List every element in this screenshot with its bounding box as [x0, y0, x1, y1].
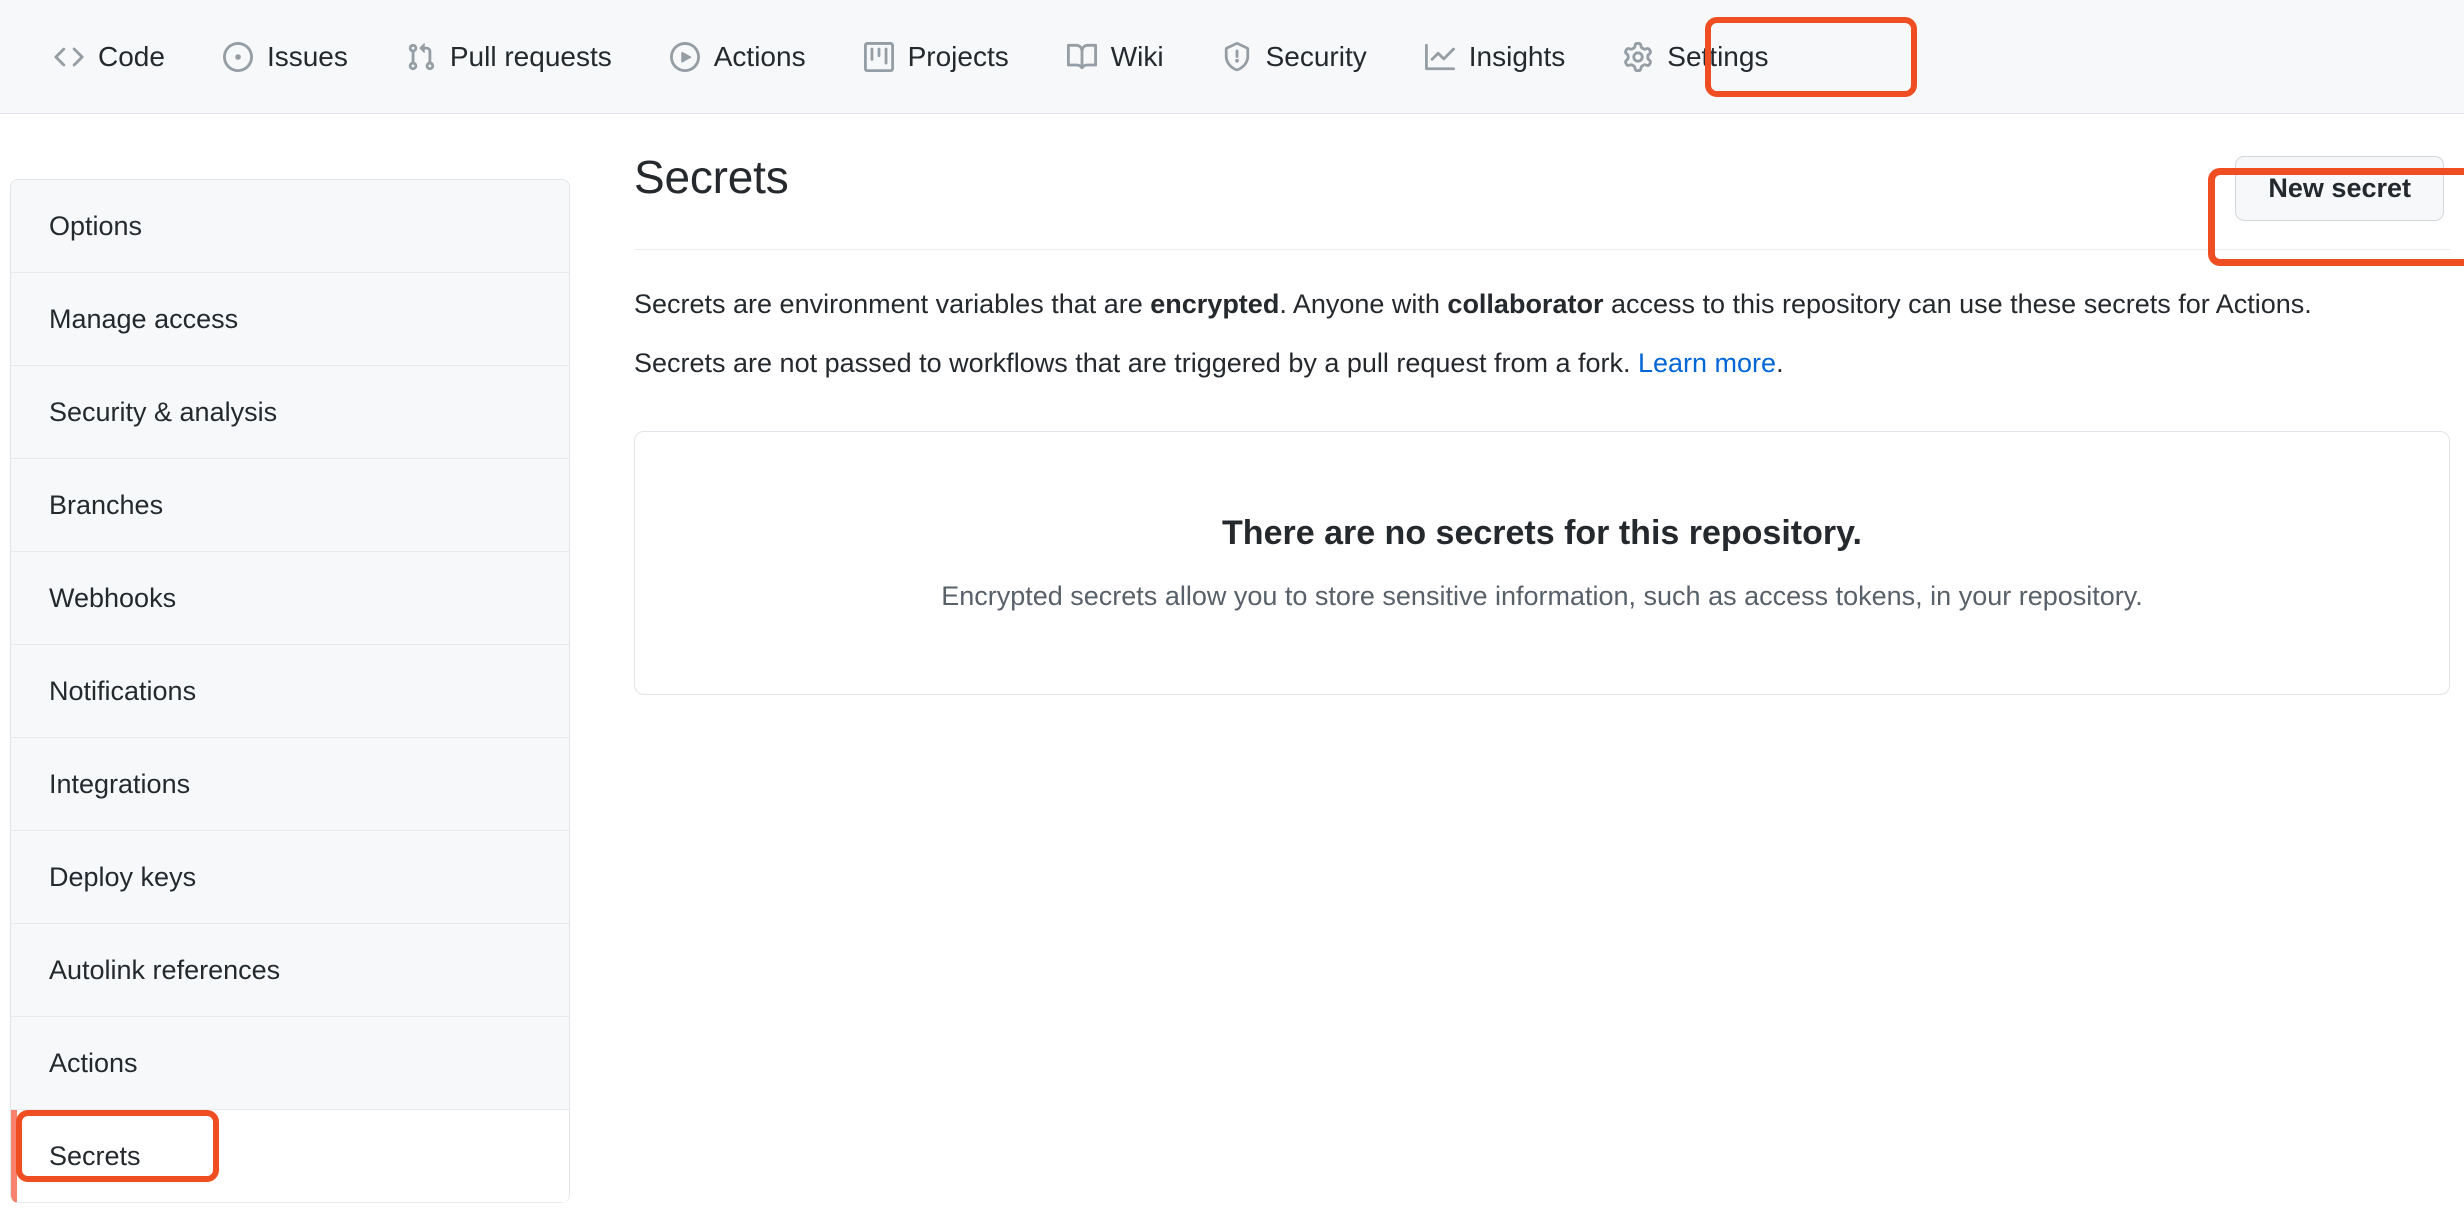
nav-item-settings[interactable]: Settings — [1605, 16, 1786, 98]
sidebar-item-label: Deploy keys — [49, 861, 197, 892]
gear-icon — [1623, 41, 1653, 72]
nav-item-label: Security — [1265, 40, 1367, 72]
sidebar-item-label: Autolink references — [49, 954, 281, 985]
git-pull-request-icon — [406, 42, 436, 72]
sidebar-item-manage-access[interactable]: Manage access — [11, 273, 569, 366]
page-title: Secrets — [634, 151, 789, 203]
nav-item-pull-requests[interactable]: Pull requests — [388, 16, 630, 98]
code-icon — [54, 42, 84, 72]
sidebar-item-label: Webhooks — [49, 582, 177, 613]
nav-item-label: Actions — [713, 40, 806, 72]
book-icon — [1066, 42, 1097, 72]
empty-state-panel: There are no secrets for this repository… — [634, 431, 2450, 695]
nav-item-label: Wiki — [1110, 40, 1164, 72]
sidebar-item-notifications[interactable]: Notifications — [11, 645, 569, 738]
main-content: Secrets New secret Secrets are environme… — [634, 150, 2450, 695]
sidebar-item-label: Notifications — [49, 675, 197, 706]
desc1-part-a: Secrets are environment variables that a… — [634, 289, 1151, 319]
empty-state-title: There are no secrets for this repository… — [1222, 514, 1862, 552]
sidebar-item-branches[interactable]: Branches — [11, 459, 569, 552]
project-icon — [863, 41, 894, 72]
nav-item-insights[interactable]: Insights — [1407, 16, 1584, 98]
nav-item-label: Pull requests — [449, 40, 612, 72]
sidebar-item-label: Integrations — [49, 768, 191, 799]
nav-item-label: Code — [98, 40, 165, 72]
nav-item-actions[interactable]: Actions — [652, 16, 824, 98]
desc1-part-b: . Anyone with — [1279, 289, 1448, 319]
sidebar-item-label: Branches — [49, 489, 164, 520]
nav-item-code[interactable]: Code — [36, 16, 183, 98]
sidebar-item-label: Secrets — [49, 1140, 141, 1171]
sidebar-item-label: Options — [49, 210, 143, 241]
secrets-description-line-2: Secrets are not passed to workflows that… — [634, 343, 2450, 384]
nav-item-security[interactable]: Security — [1204, 16, 1385, 98]
issue-opened-icon — [222, 41, 253, 72]
empty-state-subtitle: Encrypted secrets allow you to store sen… — [941, 581, 2143, 611]
sidebar-item-label: Actions — [49, 1047, 138, 1078]
nav-item-label: Projects — [907, 40, 1009, 72]
sidebar-item-secrets[interactable]: Secrets — [11, 1110, 569, 1203]
nav-item-label: Issues — [266, 40, 348, 72]
play-icon — [669, 41, 700, 72]
sidebar-item-label: Security & analysis — [49, 396, 278, 427]
nav-item-wiki[interactable]: Wiki — [1049, 16, 1182, 98]
desc1-part-c: access to this repository can use these … — [1603, 289, 2312, 319]
nav-item-label: Settings — [1667, 40, 1769, 72]
sidebar-item-autolink-references[interactable]: Autolink references — [11, 924, 569, 1017]
sidebar-item-label: Manage access — [49, 303, 239, 334]
sidebar-item-options[interactable]: Options — [11, 180, 569, 273]
sidebar-item-integrations[interactable]: Integrations — [11, 738, 569, 831]
repo-nav: Code Issues Pull requests Actions Projec… — [0, 0, 2464, 114]
new-secret-button[interactable]: New secret — [2235, 156, 2444, 221]
learn-more-link[interactable]: Learn more — [1638, 348, 1776, 378]
graph-icon — [1424, 42, 1455, 72]
nav-item-projects[interactable]: Projects — [846, 16, 1027, 98]
nav-item-issues[interactable]: Issues — [205, 16, 366, 98]
settings-sidebar: Options Manage access Security & analysi… — [10, 179, 570, 1203]
sidebar-item-actions[interactable]: Actions — [11, 1017, 569, 1110]
desc1-bold-encrypted: encrypted — [1150, 289, 1280, 319]
sidebar-item-deploy-keys[interactable]: Deploy keys — [11, 831, 569, 924]
nav-item-label: Insights — [1468, 40, 1566, 72]
shield-icon — [1222, 41, 1252, 72]
content-header: Secrets New secret — [634, 150, 2450, 250]
sidebar-item-webhooks[interactable]: Webhooks — [11, 552, 569, 645]
desc2-part-a: Secrets are not passed to workflows that… — [634, 347, 1638, 378]
secrets-description-line-1: Secrets are environment variables that a… — [634, 284, 2450, 325]
desc1-bold-collaborator: collaborator — [1447, 289, 1604, 319]
desc2-part-b: . — [1776, 347, 1784, 378]
sidebar-item-security-analysis[interactable]: Security & analysis — [11, 366, 569, 459]
